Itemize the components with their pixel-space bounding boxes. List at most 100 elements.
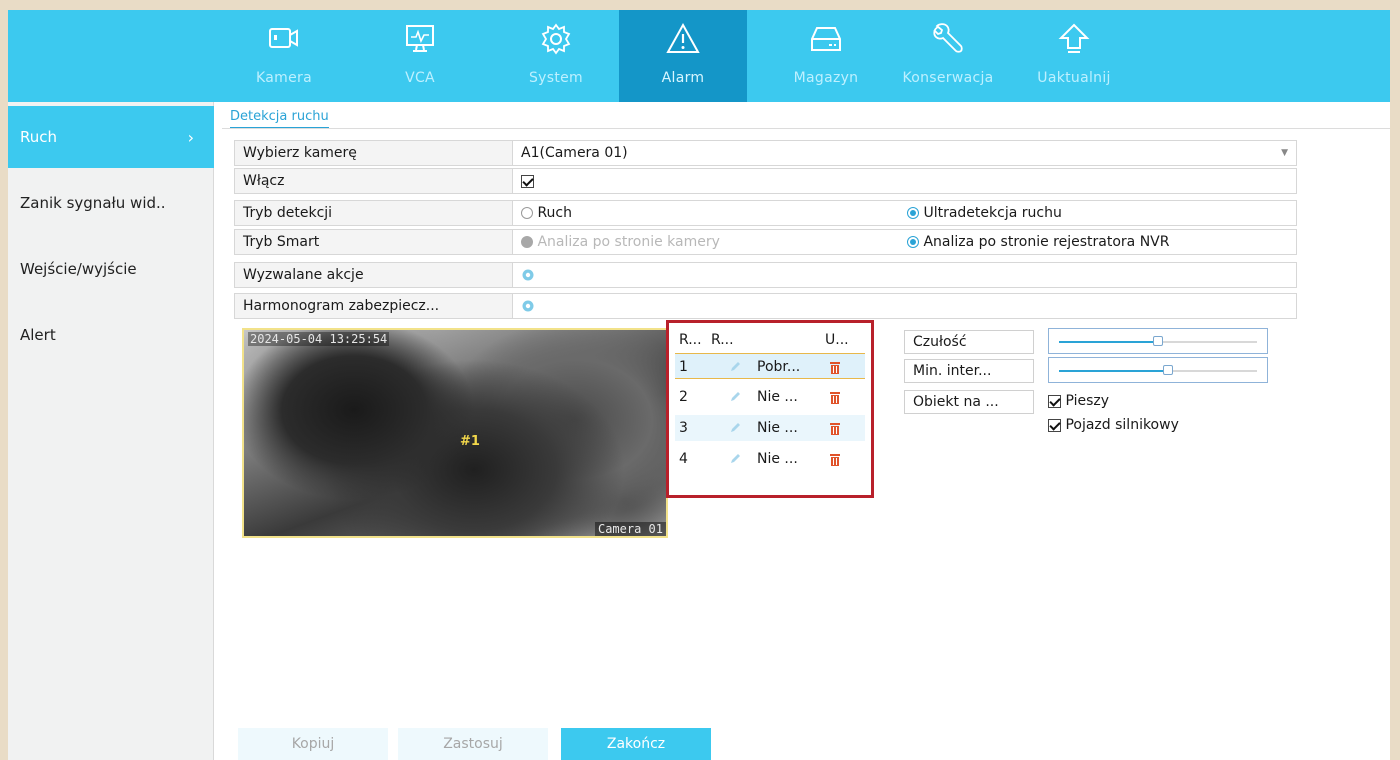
checkbox[interactable]: [1048, 418, 1061, 432]
sidebar-item-zanik-sygnalu[interactable]: Zanik sygnału wid..: [8, 172, 214, 234]
slider-fill: [1059, 341, 1158, 343]
row-name: Nie ...: [757, 389, 798, 405]
sidebar-item-alert[interactable]: Alert: [8, 304, 214, 366]
sensitivity-label: Czułość: [904, 330, 1034, 354]
radio-icon: [521, 207, 533, 219]
min-interval-slider[interactable]: [1048, 357, 1268, 383]
nav-item-uaktualnij[interactable]: Uaktualnij: [1019, 10, 1129, 102]
triggered-actions-settings[interactable]: [521, 263, 535, 287]
video-timestamp: 2024-05-04 13:25:54: [248, 332, 390, 346]
nav-item-konserwacja[interactable]: Konserwacja: [893, 10, 1003, 102]
detection-mode-row: Tryb detekcji Ruch Ultradetekcja ruchu: [234, 200, 1297, 226]
apply-button[interactable]: Zastosuj: [398, 728, 548, 760]
top-nav-bar: Kamera VCA System Alarm Magazyn Konserwa…: [8, 10, 1390, 102]
trash-icon[interactable]: [829, 446, 841, 472]
enable-checkbox[interactable]: [521, 174, 534, 188]
sidebar-item-label: Zanik sygnału wid..: [20, 194, 166, 212]
area-table-header: R... R... U...: [675, 327, 865, 353]
table-row[interactable]: 1 Pobr...: [675, 353, 865, 379]
storage-icon: [811, 27, 841, 51]
smart-mode-label: Tryb Smart: [235, 230, 513, 254]
slider-handle[interactable]: [1153, 336, 1163, 346]
edit-icon[interactable]: [729, 384, 741, 410]
triggered-actions-row: Wyzwalane akcje: [234, 262, 1297, 288]
tab-detekcja-ruchu[interactable]: Detekcja ruchu: [230, 109, 329, 129]
radio-ruch[interactable]: Ruch: [521, 201, 572, 225]
row-number: 4: [679, 451, 688, 467]
schedule-row: Harmonogram zabezpiecz...: [234, 293, 1297, 319]
schedule-settings[interactable]: [521, 294, 535, 318]
sensitivity-slider[interactable]: [1048, 328, 1268, 354]
sidebar-item-label: Alert: [20, 326, 56, 344]
row-name: Nie ...: [757, 420, 798, 436]
object-option-label: Pojazd silnikowy: [1065, 417, 1179, 433]
object-label: Obiekt na ...: [904, 390, 1034, 414]
slider-fill: [1059, 370, 1168, 372]
area-table: R... R... U... 1 Pobr... 2 Nie ... 3 Nie…: [666, 320, 874, 498]
nav-label: Konserwacja: [902, 70, 994, 86]
smart-mode-row: Tryb Smart Analiza po stronie kamery Ana…: [234, 229, 1297, 255]
settings-gear-icon[interactable]: [521, 268, 535, 282]
camera-select-label: Wybierz kamerę: [235, 141, 513, 165]
radio-selected-icon: [907, 207, 919, 219]
video-camera-name: Camera 01: [594, 522, 666, 536]
tab-divider: [222, 128, 1390, 129]
monitor-icon: [406, 25, 434, 52]
table-row[interactable]: 3 Nie ...: [675, 415, 865, 441]
radio-analiza-nvr-label: Analiza po stronie rejestratora NVR: [923, 234, 1170, 250]
nav-label: Uaktualnij: [1037, 70, 1111, 86]
trash-icon[interactable]: [829, 384, 841, 410]
radio-analiza-nvr[interactable]: Analiza po stronie rejestratora NVR: [907, 230, 1169, 254]
sidebar: Ruch › Zanik sygnału wid.. Wejście/wyjśc…: [8, 102, 214, 760]
trash-icon[interactable]: [829, 415, 841, 441]
nav-item-alarm[interactable]: Alarm: [619, 10, 747, 102]
object-option-pieszy[interactable]: Pieszy: [1048, 393, 1109, 409]
camera-select-value: A1(Camera 01): [521, 145, 628, 161]
edit-icon[interactable]: [729, 446, 741, 472]
object-option-pojazd[interactable]: Pojazd silnikowy: [1048, 417, 1179, 433]
min-interval-label: Min. inter...: [904, 359, 1034, 383]
row-number: 2: [679, 389, 688, 405]
enable-row: Włącz: [234, 168, 1297, 194]
checkbox[interactable]: [1048, 394, 1061, 408]
sidebar-item-ruch[interactable]: Ruch ›: [8, 106, 214, 168]
column-header: R...: [679, 332, 702, 348]
radio-analiza-kamery-label: Analiza po stronie kamery: [537, 234, 720, 250]
triggered-actions-label: Wyzwalane akcje: [235, 263, 513, 287]
row-number: 1: [679, 359, 688, 375]
schedule-label: Harmonogram zabezpiecz...: [235, 294, 513, 318]
edit-icon[interactable]: [729, 354, 741, 380]
enable-checkbox-wrap: [521, 169, 534, 193]
nav-item-kamera[interactable]: Kamera: [241, 10, 327, 102]
sidebar-item-wejscie-wyjscie[interactable]: Wejście/wyjście: [8, 238, 214, 300]
nav-item-magazyn[interactable]: Magazyn: [783, 10, 869, 102]
nav-item-vca[interactable]: VCA: [377, 10, 463, 102]
edit-icon[interactable]: [729, 415, 741, 441]
column-header: R...: [711, 332, 734, 348]
trash-icon[interactable]: [829, 354, 841, 380]
radio-ultradetekcja[interactable]: Ultradetekcja ruchu: [907, 201, 1062, 225]
nav-label: Magazyn: [793, 70, 859, 86]
column-header: U...: [825, 332, 849, 348]
copy-button[interactable]: Kopiuj: [238, 728, 388, 760]
enable-label: Włącz: [235, 169, 513, 193]
chevron-down-icon[interactable]: ▼: [1281, 141, 1288, 165]
nav-label: Kamera: [256, 70, 312, 86]
camera-preview[interactable]: 2024-05-04 13:25:54 #1 Camera 01: [242, 328, 668, 538]
camera-icon: [269, 28, 298, 48]
radio-analiza-kamery[interactable]: Analiza po stronie kamery: [521, 230, 720, 254]
camera-select[interactable]: A1(Camera 01): [521, 141, 1296, 165]
nav-label: VCA: [405, 70, 435, 86]
wrench-icon: [933, 23, 963, 53]
nav-item-system[interactable]: System: [513, 10, 599, 102]
nav-label: System: [528, 70, 583, 86]
radio-selected-icon: [907, 236, 919, 248]
table-row[interactable]: 2 Nie ...: [675, 384, 865, 410]
row-name: Pobr...: [757, 359, 801, 375]
finish-button[interactable]: Zakończ: [561, 728, 711, 760]
sidebar-item-label: Wejście/wyjście: [20, 260, 137, 278]
row-name: Nie ...: [757, 451, 798, 467]
table-row[interactable]: 4 Nie ...: [675, 446, 865, 472]
settings-gear-icon[interactable]: [521, 299, 535, 313]
slider-handle[interactable]: [1163, 365, 1173, 375]
